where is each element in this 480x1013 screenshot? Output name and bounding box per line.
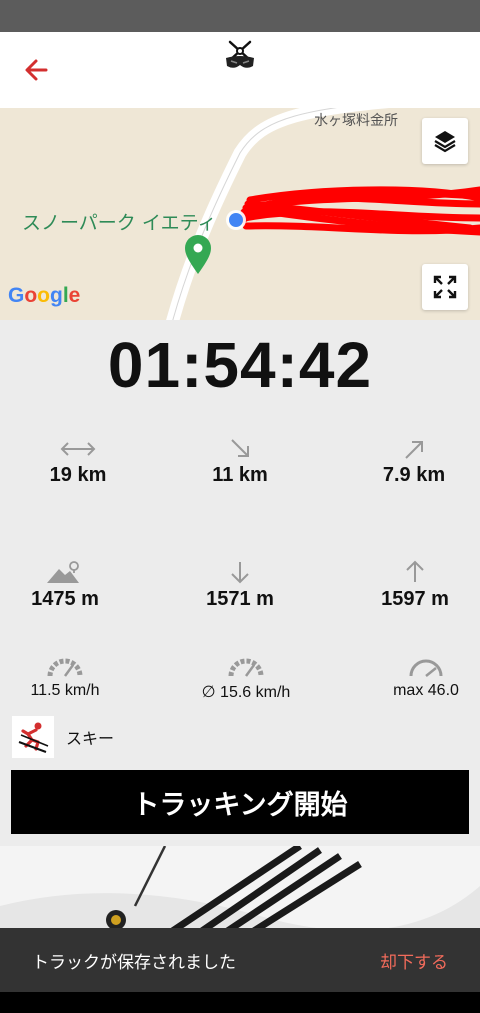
fullscreen-icon — [433, 275, 457, 299]
altitude-value: 1475 m — [31, 588, 99, 610]
app-logo-icon — [222, 36, 258, 72]
start-tracking-button[interactable]: トラッキング開始 — [11, 770, 469, 834]
snackbar-message: トラックが保存されました — [32, 952, 236, 973]
arrow-up-icon — [406, 560, 424, 582]
ascent-value: 1597 m — [381, 588, 449, 610]
stat-descent: 1571 m — [160, 560, 320, 611]
speedometer-icon — [228, 658, 264, 677]
distance-value: 19 km — [49, 464, 107, 486]
max-speed-value: max 46.0 — [393, 682, 459, 699]
stat-ascent: 1597 m — [335, 560, 480, 611]
stat-distance: 19 km — [0, 438, 158, 487]
map-fullscreen-button[interactable] — [422, 264, 468, 310]
arrow-up-right-icon — [405, 441, 423, 459]
map-layers-button[interactable] — [422, 118, 468, 164]
app-header — [0, 32, 480, 108]
stat-downhill-distance: 11 km — [160, 438, 320, 487]
back-button[interactable] — [20, 52, 56, 88]
stat-max-speed: max 46.0 — [346, 656, 480, 700]
stat-altitude: 1475 m — [0, 560, 145, 611]
arrow-down-icon — [231, 562, 249, 584]
uphill-distance-value: 7.9 km — [382, 464, 446, 486]
elapsed-time: 01:54:42 — [107, 329, 373, 401]
google-attribution: Google — [8, 284, 81, 307]
snackbar-dismiss-button[interactable]: 却下する — [380, 948, 448, 973]
stat-speed: 11.5 km/h — [0, 656, 145, 700]
mountain-location-icon — [47, 561, 79, 583]
speedometer-icon — [409, 659, 443, 677]
map-label-place: スノーパーク イエティ — [22, 212, 217, 234]
speed-value: 11.5 km/h — [30, 682, 100, 699]
descent-value: 1571 m — [206, 588, 274, 610]
speedometer-icon — [47, 658, 83, 677]
layers-icon — [434, 131, 456, 153]
arrow-down-right-icon — [231, 439, 249, 457]
downhill-distance-value: 11 km — [212, 464, 268, 486]
sport-selector[interactable]: スキー — [12, 716, 114, 758]
stat-avg-speed: ∅ 15.6 km/h — [166, 656, 326, 702]
map-label-toll: 水ヶ塚料金所 — [314, 113, 398, 129]
status-bar — [0, 0, 480, 32]
horizontal-arrows-icon — [60, 442, 96, 456]
map-view[interactable]: 水ヶ塚料金所 スノーパーク イエティ Google — [0, 108, 480, 320]
track-path — [238, 186, 480, 236]
skier-icon — [12, 716, 54, 758]
system-nav-bar — [0, 992, 480, 1013]
stat-uphill-distance: 7.9 km — [334, 438, 480, 487]
arrow-left-icon — [25, 59, 48, 81]
snackbar: トラックが保存されました 却下する — [0, 928, 480, 992]
avg-speed-value: ∅ 15.6 km/h — [201, 684, 291, 701]
promo-image — [0, 846, 480, 936]
sport-label: スキー — [66, 729, 115, 748]
